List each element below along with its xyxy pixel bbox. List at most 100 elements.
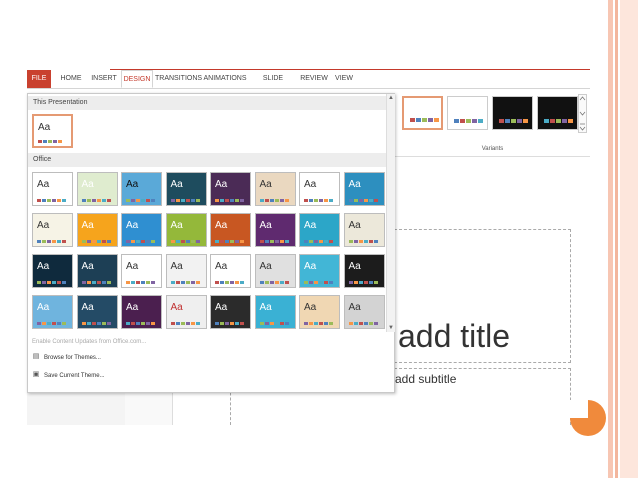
theme-thumbnail[interactable]: Aa [76, 172, 118, 206]
theme-thumbnail[interactable]: Aa [76, 213, 118, 247]
theme-label: Aa [259, 261, 272, 272]
theme-thumbnail[interactable]: Aa [121, 254, 162, 288]
theme-label: Aa [215, 220, 228, 231]
tab-file[interactable]: FILE [27, 70, 51, 88]
theme-thumbnail[interactable]: Aa [254, 213, 296, 247]
theme-thumbnail[interactable]: Aa [32, 295, 73, 329]
slide-thumbnail-pane [27, 390, 126, 425]
tab-review[interactable]: REVIEW [299, 70, 329, 88]
dropdown-scrollbar[interactable]: ▲ ▼ [386, 94, 395, 332]
theme-thumbnail[interactable]: Aa [121, 295, 162, 329]
theme-label: Aa [348, 220, 361, 231]
theme-label: Aa [348, 179, 361, 190]
theme-thumbnail[interactable]: Aa [299, 254, 340, 288]
theme-thumbnail[interactable]: Aa [299, 295, 340, 329]
theme-label: Aa [81, 179, 94, 190]
theme-thumbnail[interactable]: Aa [210, 172, 251, 206]
theme-thumbnail[interactable]: Aa [76, 295, 118, 329]
theme-thumbnail[interactable]: Aa [121, 213, 162, 247]
theme-label: Aa [304, 220, 317, 231]
variant-1[interactable] [402, 96, 443, 130]
theme-label: Aa [170, 261, 183, 272]
theme-thumbnail[interactable]: Aa [343, 213, 385, 247]
theme-thumbnail[interactable]: Aa [299, 172, 340, 206]
tab-view[interactable]: VIEW [332, 70, 356, 88]
theme-label: Aa [170, 179, 183, 190]
theme-label: Aa [304, 179, 317, 190]
menu-save-theme[interactable]: ▣ Save Current Theme... [32, 371, 105, 381]
theme-thumbnail[interactable]: Aa [76, 254, 118, 288]
save-icon: ▣ [32, 371, 40, 379]
variant-2[interactable] [447, 96, 488, 130]
tab-slide-show[interactable]: SLIDE SHOW [253, 70, 293, 100]
title-placeholder-text: add title [398, 318, 511, 354]
theme-thumbnail[interactable]: Aa [343, 295, 385, 329]
theme-thumbnail[interactable]: Aa [121, 172, 162, 206]
theme-thumbnail[interactable]: Aa [165, 213, 207, 247]
tab-home[interactable]: HOME [57, 70, 85, 88]
theme-thumbnail[interactable]: Aa [165, 295, 207, 329]
theme-label: Aa [81, 302, 94, 313]
variant-4[interactable] [537, 96, 578, 130]
tab-design[interactable]: DESIGN [121, 70, 153, 88]
theme-thumbnail[interactable]: Aa [254, 172, 296, 206]
theme-label: Aa [126, 179, 139, 190]
variants-label: Variants [481, 146, 504, 152]
theme-label: Aa [126, 261, 139, 272]
theme-label: Aa [126, 302, 139, 313]
folder-icon: ▤ [32, 353, 40, 361]
theme-thumbnail[interactable]: Aa [165, 254, 207, 288]
theme-thumbnail[interactable]: Aa [165, 172, 207, 206]
scroll-down-icon[interactable]: ▼ [387, 324, 395, 332]
menu-browse-themes-label: Browse for Themes... [44, 355, 101, 361]
theme-thumbnail[interactable]: Aa [32, 172, 73, 206]
right-stripe-1 [608, 0, 613, 478]
tab-animations[interactable]: ANIMATIONS [203, 70, 247, 88]
subtitle-placeholder-text: add subtitle [395, 372, 457, 386]
tab-insert[interactable]: INSERT [89, 70, 119, 88]
theme-label: Aa [215, 302, 228, 313]
theme-thumbnail[interactable]: Aa [210, 213, 251, 247]
variants-scrollbar[interactable] [578, 94, 588, 134]
right-stripe-3 [620, 0, 638, 478]
theme-label: Aa [304, 302, 317, 313]
accent-circle-mask [570, 400, 588, 418]
theme-label: Aa [259, 220, 272, 231]
theme-label: Aa [170, 220, 183, 231]
theme-thumbnail[interactable]: Aa [299, 213, 340, 247]
theme-label: Aa [126, 220, 139, 231]
themes-dropdown: This Presentation Aa Office Aa Aa Aa Aa Aa Aa… [27, 93, 395, 393]
theme-thumbnail[interactable]: Aa [210, 295, 251, 329]
theme-label: Aa [37, 302, 50, 313]
theme-label: Aa [304, 261, 317, 272]
theme-label: Aa [81, 261, 94, 272]
theme-label: Aa [37, 220, 50, 231]
scroll-up-icon[interactable]: ▲ [387, 94, 395, 102]
theme-label: Aa [348, 261, 361, 272]
menu-save-theme-label: Save Current Theme... [44, 373, 105, 379]
theme-label: Aa [215, 261, 228, 272]
theme-label: Aa [259, 179, 272, 190]
menu-browse-themes[interactable]: ▤ Browse for Themes... [32, 353, 101, 363]
theme-label: Aa [170, 302, 183, 313]
section-header-this-presentation: This Presentation [28, 96, 386, 110]
theme-thumbnail[interactable]: Aa [210, 254, 251, 288]
variant-3[interactable] [492, 96, 533, 130]
menu-enable-updates: Enable Content Updates from Office.com..… [32, 337, 146, 347]
theme-thumbnail[interactable]: Aa [254, 295, 296, 329]
theme-thumbnail[interactable]: Aa [343, 254, 385, 288]
theme-label: Aa [37, 261, 50, 272]
menu-enable-updates-label: Enable Content Updates from Office.com..… [32, 339, 147, 345]
slide-thumbnail-pane-2 [125, 390, 173, 425]
theme-thumbnail[interactable]: Aa [32, 213, 73, 247]
theme-label: Aa [348, 302, 361, 313]
theme-current[interactable]: Aa [32, 114, 73, 148]
theme-thumbnail[interactable]: Aa [343, 172, 385, 206]
right-stripe-2 [615, 0, 618, 478]
tab-transitions[interactable]: TRANSITIONS [155, 70, 202, 88]
theme-thumbnail[interactable]: Aa [254, 254, 296, 288]
theme-label: Aa [37, 179, 50, 190]
theme-thumbnail[interactable]: Aa [32, 254, 73, 288]
section-header-office: Office [28, 153, 386, 167]
theme-label: Aa [259, 302, 272, 313]
